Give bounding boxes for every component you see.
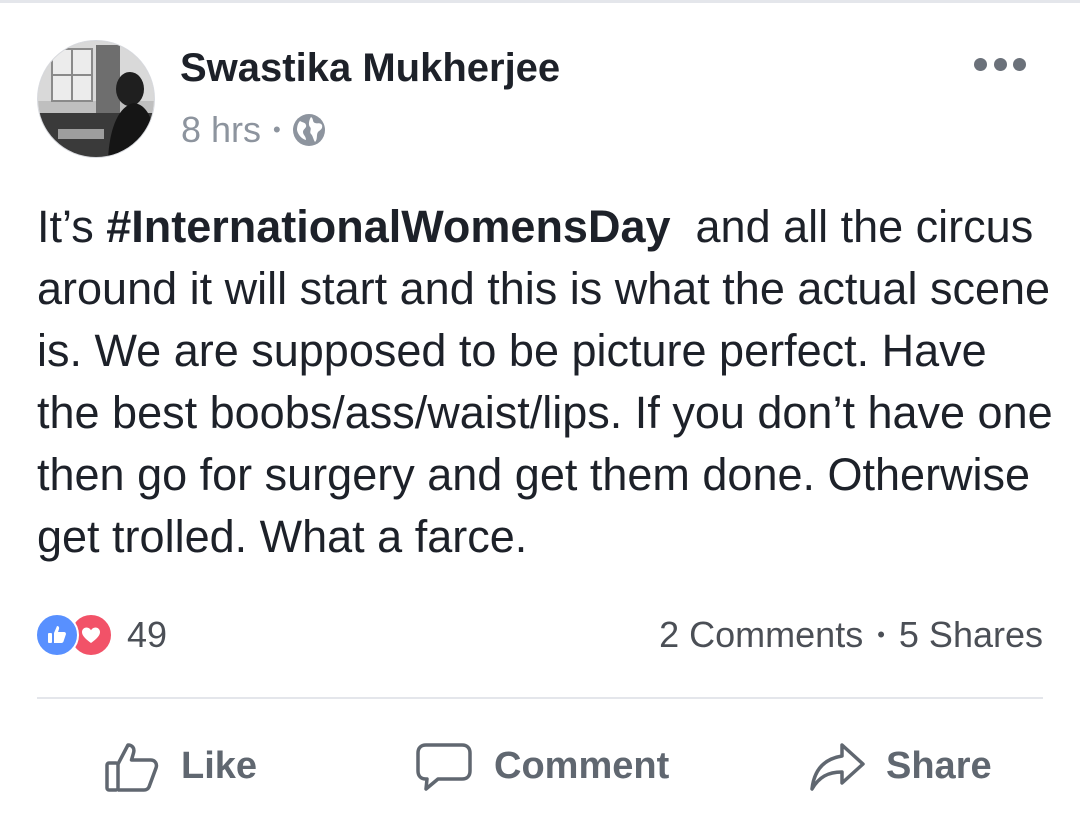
comment-button[interactable]: Comment	[414, 730, 669, 802]
shares-count[interactable]: 5 Shares	[899, 614, 1043, 656]
post-text-intro: It’s	[37, 201, 107, 252]
share-label: Share	[886, 744, 992, 787]
more-options-icon[interactable]	[974, 56, 1026, 72]
action-bar: Like Comment Share	[0, 730, 1080, 802]
comment-icon	[416, 743, 472, 791]
avatar-photo	[38, 41, 154, 157]
more-dot	[1013, 57, 1026, 71]
post-text: It’s #InternationalWomensDay and all the…	[37, 196, 1057, 568]
engagement-separator: •	[877, 622, 885, 647]
engagement-summary: 2 Comments • 5 Shares	[659, 611, 1043, 659]
post-timestamp[interactable]: 8 hrs	[181, 109, 261, 151]
globe-icon[interactable]	[291, 112, 327, 148]
share-arrow-icon	[810, 743, 865, 791]
meta-separator: •	[273, 117, 281, 142]
comment-label: Comment	[494, 744, 670, 787]
share-button[interactable]: Share	[808, 730, 992, 802]
actions-divider	[37, 697, 1043, 699]
post-text-body: and all the circus around it will start …	[37, 201, 1066, 562]
more-dot	[993, 57, 1007, 71]
like-label: Like	[181, 744, 258, 787]
author-name[interactable]: Swastika Mukherjee	[180, 44, 560, 92]
reactions-summary[interactable]: 49	[35, 611, 167, 659]
like-reaction-icon	[35, 613, 79, 657]
thumbs-up-icon	[105, 743, 159, 792]
more-dot	[974, 57, 987, 71]
comments-count[interactable]: 2 Comments	[659, 614, 863, 656]
like-button[interactable]: Like	[103, 730, 257, 802]
avatar[interactable]	[37, 40, 155, 158]
post-meta: 8 hrs •	[181, 108, 327, 152]
reaction-count: 49	[127, 614, 168, 655]
hashtag-link[interactable]: #InternationalWomensDay	[106, 201, 670, 252]
top-divider	[0, 0, 1080, 3]
